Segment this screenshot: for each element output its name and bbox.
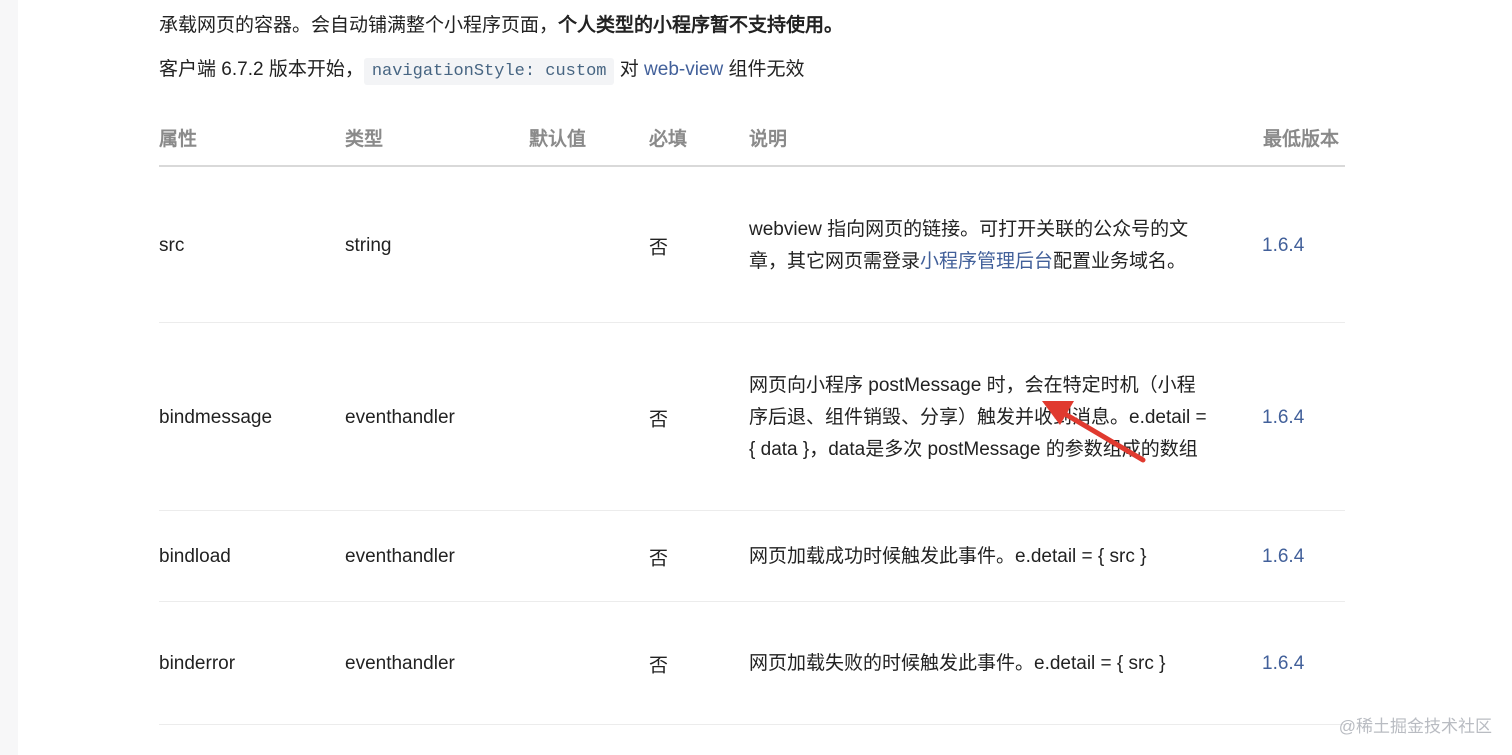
row-type: string xyxy=(345,235,392,256)
sidebar-edge xyxy=(0,0,18,755)
row-type: eventhandler xyxy=(345,546,455,567)
column-header-required: 必填 xyxy=(649,129,688,150)
row-attr: binderror xyxy=(159,653,236,674)
row-required: 否 xyxy=(649,655,669,677)
row-version: 1.6.4 xyxy=(1262,653,1305,674)
row-description-tail: 配置业务域名。 xyxy=(1053,251,1187,272)
row-required: 否 xyxy=(649,548,669,570)
inline-code: navigationStyle: custom xyxy=(363,58,615,85)
row-attr: bindmessage xyxy=(159,407,273,428)
annotation-arrow xyxy=(1042,401,1146,463)
column-header-default: 默认值 xyxy=(529,129,587,150)
version-note-mid: 对 xyxy=(614,59,645,80)
admin-console-link[interactable]: 小程序管理后台 xyxy=(920,251,1053,272)
version-note: 客户端 6.7.2 版本开始， navigationStyle: custom 对… xyxy=(159,54,805,85)
row-required: 否 xyxy=(649,237,669,259)
column-header-version: 最低版本 xyxy=(1263,129,1340,150)
row-description: 网页加载失败的时候触发此事件。e.detail = { src } xyxy=(749,653,1166,674)
row-attr: src xyxy=(159,235,185,256)
row-attr: bindload xyxy=(159,546,231,567)
row-description: webview 指向网页的链接。可打开关联的公众号的文章，其它网页需登录小程序管… xyxy=(749,214,1209,278)
version-note-suffix: 组件无效 xyxy=(723,59,805,80)
column-header-attr: 属性 xyxy=(159,129,198,150)
row-description: 网页加载成功时候触发此事件。e.detail = { src } xyxy=(749,546,1147,567)
web-view-link[interactable]: web-view xyxy=(644,59,723,80)
column-header-type: 类型 xyxy=(345,129,384,150)
intro-warning: 个人类型的小程序暂不支持使用。 xyxy=(558,15,844,36)
row-required: 否 xyxy=(649,409,669,431)
row-version: 1.6.4 xyxy=(1262,546,1305,567)
row-divider xyxy=(159,322,1345,323)
intro-text: 承载网页的容器。会自动铺满整个小程序页面， xyxy=(159,15,559,36)
row-type: eventhandler xyxy=(345,653,455,674)
header-divider xyxy=(159,165,1345,167)
row-version: 1.6.4 xyxy=(1262,407,1305,428)
intro-paragraph: 承载网页的容器。会自动铺满整个小程序页面，个人类型的小程序暂不支持使用。 xyxy=(159,10,843,37)
row-type: eventhandler xyxy=(345,407,455,428)
row-divider xyxy=(159,724,1345,725)
row-divider xyxy=(159,510,1345,511)
watermark: @稀土掘金技术社区 xyxy=(1338,717,1492,736)
row-divider xyxy=(159,601,1345,602)
column-header-description: 说明 xyxy=(749,129,788,150)
row-version: 1.6.4 xyxy=(1262,235,1305,256)
version-note-text: 客户端 6.7.2 版本开始， xyxy=(159,59,364,80)
